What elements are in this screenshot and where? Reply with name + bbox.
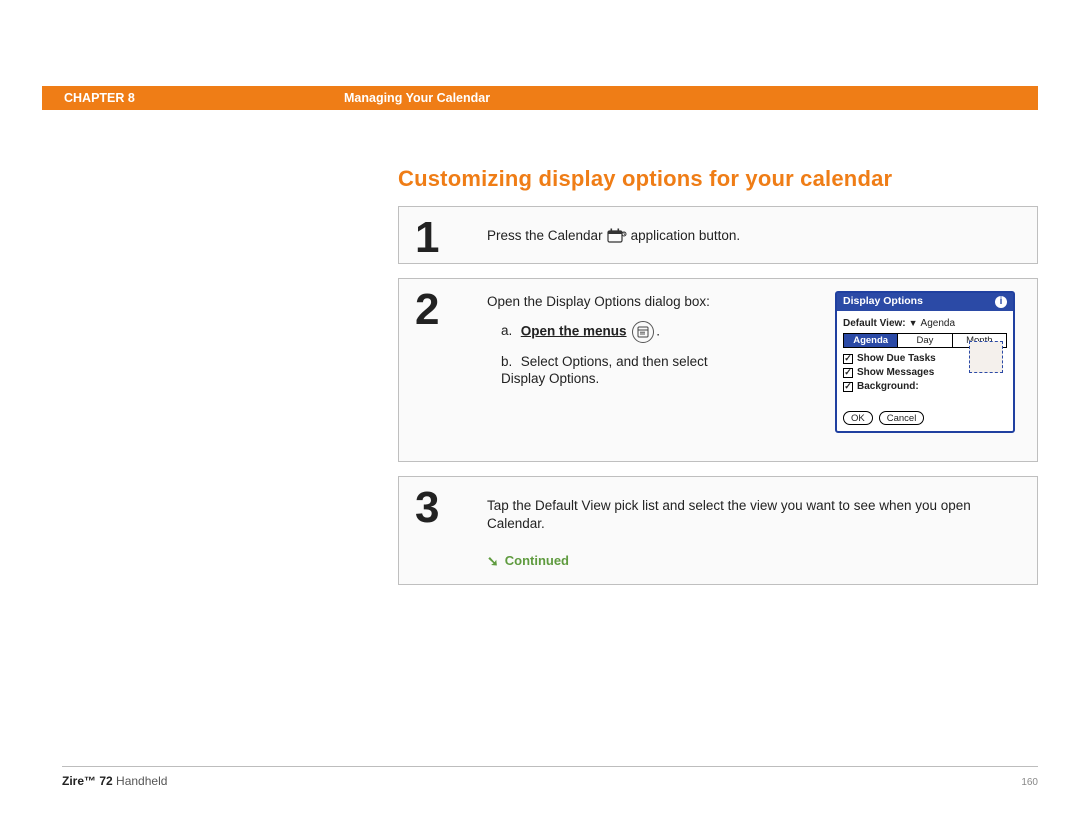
step-1-text: Press the Calendar application button. <box>487 227 1017 245</box>
dialog-buttons: OK Cancel <box>837 407 1013 431</box>
substep-label: a. <box>501 322 517 340</box>
calendar-app-icon <box>607 227 627 245</box>
step-number: 2 <box>415 281 439 338</box>
substep-period: . <box>656 323 660 338</box>
page-number: 160 <box>1021 777 1038 788</box>
step-3: 3 Tap the Default View pick list and sel… <box>398 476 1038 585</box>
checkbox-icon: ✓ <box>843 354 853 364</box>
step-2: 2 Open the Display Options dialog box: a… <box>398 278 1038 462</box>
dropdown-caret-icon: ▼ <box>909 318 918 330</box>
display-options-dialog: Display Options i Default View: ▼ Agenda… <box>835 291 1015 433</box>
dialog-title: Display Options <box>843 295 923 309</box>
checkbox-background[interactable]: ✓ Background: <box>843 380 1007 393</box>
step-2-text: Open the Display Options dialog box: a. … <box>487 293 739 388</box>
step-3-text: Tap the Default View pick list and selec… <box>487 497 1017 532</box>
step-2-intro: Open the Display Options dialog box: <box>487 293 739 311</box>
section-title: Managing Your Calendar <box>344 91 490 105</box>
chapter-label: CHAPTER 8 <box>64 91 135 105</box>
checkbox-icon: ✓ <box>843 382 853 392</box>
page-title: Customizing display options for your cal… <box>398 166 1038 192</box>
default-view-row[interactable]: Default View: ▼ Agenda <box>843 317 1007 330</box>
menu-icon <box>632 321 654 343</box>
checkbox-label: Show Due Tasks <box>857 352 936 365</box>
dialog-titlebar: Display Options i <box>837 293 1013 311</box>
checkbox-icon: ✓ <box>843 368 853 378</box>
checkbox-label: Show Messages <box>857 366 934 379</box>
default-view-value: Agenda <box>921 317 955 330</box>
product-name: Zire™ 72 Handheld <box>62 774 167 788</box>
info-icon[interactable]: i <box>995 296 1007 308</box>
page-footer: Zire™ 72 Handheld 160 <box>62 774 1038 788</box>
tab-day[interactable]: Day <box>898 334 952 347</box>
product-name-rest: Handheld <box>113 774 168 788</box>
step-1-post: application button. <box>631 227 741 245</box>
page-header: CHAPTER 8 Managing Your Calendar <box>42 86 1038 110</box>
step-number: 3 <box>415 479 439 536</box>
open-the-menus-link[interactable]: Open the menus <box>521 323 627 338</box>
step-1-pre: Press the Calendar <box>487 227 603 245</box>
product-name-bold: Zire™ 72 <box>62 774 113 788</box>
step-1: 1 Press the Calendar application button. <box>398 206 1038 264</box>
step-2a: a. Open the menus . <box>487 321 739 343</box>
substep-2b-text: Select Options, and then select Display … <box>501 354 708 387</box>
tab-agenda[interactable]: Agenda <box>844 334 898 347</box>
checkbox-label: Background: <box>857 380 919 393</box>
footer-divider <box>62 766 1038 767</box>
continued-indicator: ➘ Continued <box>487 552 1017 570</box>
step-2b: b. Select Options, and then select Displ… <box>487 353 739 388</box>
ok-button[interactable]: OK <box>843 411 873 425</box>
substep-label: b. <box>501 353 517 371</box>
content-column: Customizing display options for your cal… <box>398 166 1038 585</box>
continued-arrow-icon: ➘ <box>487 552 499 570</box>
step-number: 1 <box>415 209 439 266</box>
continued-label: Continued <box>505 553 569 570</box>
default-view-label: Default View: <box>843 317 906 330</box>
background-preview[interactable] <box>969 341 1003 373</box>
dialog-body: Default View: ▼ Agenda Agenda Day Month … <box>837 311 1013 407</box>
cancel-button[interactable]: Cancel <box>879 411 925 425</box>
